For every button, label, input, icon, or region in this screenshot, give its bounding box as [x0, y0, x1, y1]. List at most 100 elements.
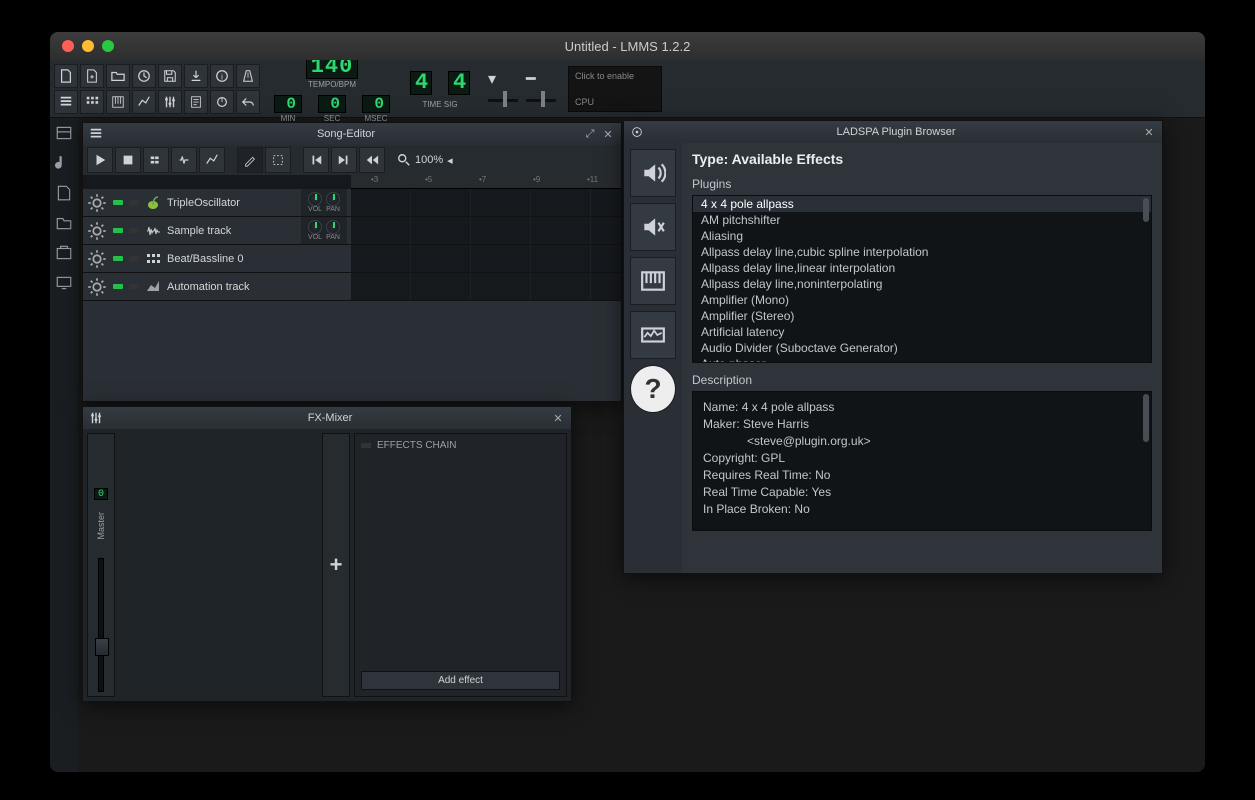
plugin-list-item[interactable]: Artificial latency	[693, 324, 1151, 340]
mute-led[interactable]	[113, 256, 123, 261]
gear-icon[interactable]	[87, 193, 107, 213]
song-editor-close-button[interactable]: ✕	[601, 127, 615, 141]
piano-roll-toggle[interactable]	[106, 90, 130, 114]
track-timeline[interactable]	[351, 217, 621, 244]
mute-led[interactable]	[113, 228, 123, 233]
solo-led[interactable]	[129, 284, 139, 289]
skip-back-button[interactable]	[303, 147, 329, 173]
sidebar-presets-icon[interactable]	[55, 184, 73, 202]
add-track-button[interactable]	[199, 147, 225, 173]
song-editor-toggle[interactable]	[54, 90, 78, 114]
sidebar-computer-icon[interactable]	[55, 274, 73, 292]
cpu-meter[interactable]: Click to enable CPU	[568, 66, 662, 112]
sidebar-home-icon[interactable]	[55, 214, 73, 232]
mute-led[interactable]	[113, 200, 123, 205]
ladspa-cat-output-icon[interactable]	[630, 149, 676, 197]
gear-icon[interactable]	[87, 221, 107, 241]
plugin-list-item[interactable]: Audio Divider (Suboctave Generator)	[693, 340, 1151, 356]
project-notes-toggle[interactable]	[184, 90, 208, 114]
automation-editor-toggle[interactable]	[132, 90, 156, 114]
track-head[interactable]: Sample trackVOLPAN	[83, 217, 351, 244]
track-name[interactable]: Sample track	[167, 225, 295, 237]
pan-knob[interactable]	[326, 220, 340, 234]
ladspa-cat-keyboard-icon[interactable]	[630, 257, 676, 305]
master-pitch-slider[interactable]: ━	[526, 69, 556, 109]
track-timeline[interactable]	[351, 189, 621, 216]
fx-mixer-titlebar[interactable]: FX-Mixer ✕	[83, 407, 571, 429]
new-from-template-button[interactable]	[80, 64, 104, 88]
track-head[interactable]: TripleOscillatorVOLPAN	[83, 189, 351, 216]
fx-master-fader[interactable]	[98, 558, 104, 692]
track-name[interactable]: Automation track	[167, 281, 347, 293]
metronome-button[interactable]	[236, 64, 260, 88]
controller-rack-toggle[interactable]	[210, 90, 234, 114]
plugin-list-item[interactable]: AM pitchshifter	[693, 212, 1151, 228]
sidebar-samples-icon[interactable]	[55, 154, 73, 172]
record-accompany-button[interactable]	[171, 147, 197, 173]
timesig-denominator[interactable]: 4	[442, 69, 476, 97]
gear-icon[interactable]	[87, 249, 107, 269]
ladspa-help-button[interactable]: ?	[630, 365, 676, 413]
song-editor-titlebar[interactable]: Song-Editor ⤢ ✕	[83, 123, 621, 145]
plugin-list-item[interactable]: Allpass delay line,noninterpolating	[693, 276, 1151, 292]
mute-led[interactable]	[113, 284, 123, 289]
plugin-list-item[interactable]: Allpass delay line,cubic spline interpol…	[693, 244, 1151, 260]
play-button[interactable]	[87, 147, 113, 173]
fx-add-channel-button[interactable]: +	[322, 433, 350, 697]
sidebar-instruments-icon[interactable]	[55, 124, 73, 142]
save-project-button[interactable]	[158, 64, 182, 88]
volume-knob[interactable]	[308, 220, 322, 234]
scrollbar-thumb[interactable]	[1143, 198, 1149, 222]
master-volume-slider[interactable]: ▾	[488, 69, 518, 109]
zoom-window-button[interactable]	[102, 40, 114, 52]
track-head[interactable]: Beat/Bassline 0	[83, 245, 351, 272]
rewind-button[interactable]	[359, 147, 385, 173]
whatsthis-button[interactable]: i	[210, 64, 234, 88]
track-name[interactable]: Beat/Bassline 0	[167, 253, 347, 265]
ladspa-cat-mute-icon[interactable]	[630, 203, 676, 251]
gear-icon[interactable]	[87, 277, 107, 297]
fx-mixer-toggle[interactable]	[158, 90, 182, 114]
volume-knob[interactable]	[308, 192, 322, 206]
solo-led[interactable]	[129, 228, 139, 233]
zoom-left-icon[interactable]: ◂	[447, 154, 453, 167]
select-mode-button[interactable]	[265, 147, 291, 173]
zoom-control[interactable]: 100% ◂	[397, 153, 453, 167]
skip-forward-button[interactable]	[331, 147, 357, 173]
close-window-button[interactable]	[62, 40, 74, 52]
ladspa-titlebar[interactable]: LADSPA Plugin Browser ✕	[624, 121, 1162, 143]
ladspa-plugin-list[interactable]: 4 x 4 pole allpassAM pitchshifterAliasin…	[692, 195, 1152, 363]
undo-button[interactable]	[236, 90, 260, 114]
fx-chain-led[interactable]	[361, 443, 371, 448]
stop-button[interactable]	[115, 147, 141, 173]
track-timeline[interactable]	[351, 245, 621, 272]
plugin-list-item[interactable]: Auto phaser	[693, 356, 1151, 363]
minimize-window-button[interactable]	[82, 40, 94, 52]
track-name[interactable]: TripleOscillator	[167, 197, 295, 209]
plugin-list-item[interactable]: Amplifier (Stereo)	[693, 308, 1151, 324]
plugin-list-item[interactable]: Aliasing	[693, 228, 1151, 244]
ladspa-close-button[interactable]: ✕	[1142, 125, 1156, 139]
scrollbar-thumb[interactable]	[1143, 394, 1149, 442]
song-editor-maximize-button[interactable]: ⤢	[583, 127, 597, 141]
bb-editor-toggle[interactable]	[80, 90, 104, 114]
add-effect-button[interactable]: Add effect	[361, 671, 560, 690]
export-button[interactable]	[184, 64, 208, 88]
new-project-button[interactable]	[54, 64, 78, 88]
plugin-list-item[interactable]: Amplifier (Mono)	[693, 292, 1151, 308]
plugin-list-item[interactable]: Allpass delay line,linear interpolation	[693, 260, 1151, 276]
solo-led[interactable]	[129, 256, 139, 261]
sidebar-projects-icon[interactable]	[55, 244, 73, 262]
draw-mode-button[interactable]	[237, 147, 263, 173]
record-button[interactable]	[143, 147, 169, 173]
ladspa-cat-analysis-icon[interactable]	[630, 311, 676, 359]
plugin-list-item[interactable]: 4 x 4 pole allpass	[693, 196, 1151, 212]
open-project-button[interactable]	[106, 64, 130, 88]
solo-led[interactable]	[129, 200, 139, 205]
pan-knob[interactable]	[326, 192, 340, 206]
timeline-ruler[interactable]: •3•5•7•9•11•13	[351, 175, 621, 189]
fx-mixer-close-button[interactable]: ✕	[551, 411, 565, 425]
timesig-numerator[interactable]: 4	[404, 69, 438, 97]
track-head[interactable]: Automation track	[83, 273, 351, 300]
recent-projects-button[interactable]	[132, 64, 156, 88]
